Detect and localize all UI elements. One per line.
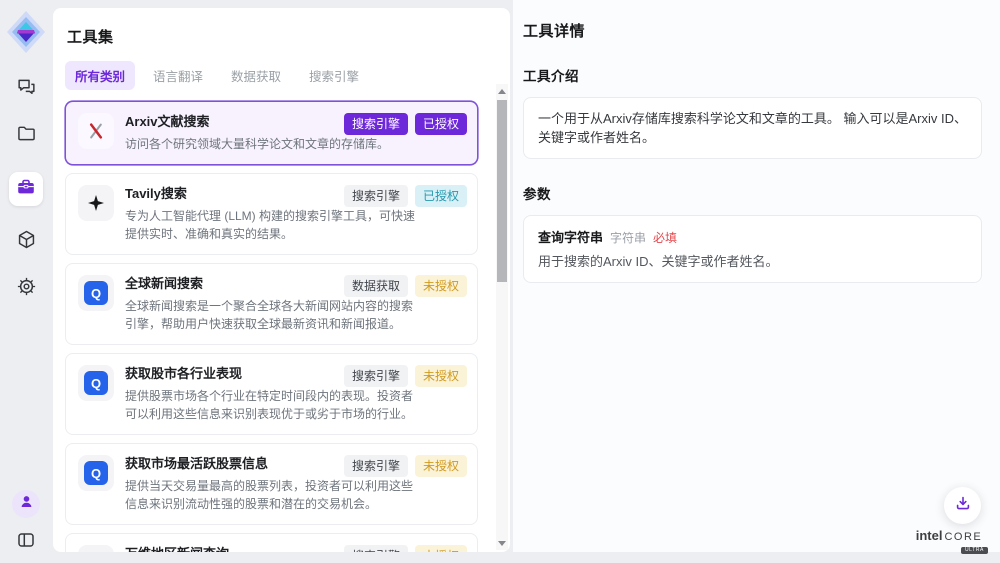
folder-icon [16,123,37,149]
intro-card: 一个用于从Arxiv存储库搜索科学论文和文章的工具。 输入可以是Arxiv ID… [523,97,982,159]
arxiv-icon [78,113,114,149]
tool-card[interactable]: Tavily搜索 专为人工智能代理 (LLM) 构建的搜索引擎工具，可快速提供实… [65,173,478,255]
tool-description: 提供当天交易量最高的股票列表，投资者可以利用这些信息来识别流动性强的股票和潜在的… [125,477,419,513]
intel-core-logo: intelcore ultra [904,527,994,554]
tool-description: 全球新闻搜索是一个聚合全球各大新闻网站内容的搜索引擎，帮助用户快速获取全球最新资… [125,297,419,333]
sidebar-item-tools[interactable] [9,172,43,206]
params-heading: 参数 [523,183,982,203]
user-avatar-icon [18,493,35,515]
category-badge: 搜索引擎 [344,113,408,135]
tools-panel-title: 工具集 [67,26,510,47]
tool-details-panel: 工具详情 工具介绍 一个用于从Arxiv存储库搜索科学论文和文章的工具。 输入可… [512,0,1000,552]
category-tabs: 所有类别 语言翻译 数据获取 搜索引擎 [65,61,510,90]
cube-icon [16,229,37,255]
blue-q-icon: Q [84,371,108,395]
sidebar-item-settings[interactable] [15,278,37,300]
rail-nav [9,78,43,300]
tool-description: 访问各个研究领域大量科学论文和文章的存储库。 [125,135,419,153]
intro-text: 一个用于从Arxiv存储库搜索科学论文和文章的工具。 输入可以是Arxiv ID… [538,109,967,147]
auth-status-badge: 已授权 [415,185,467,207]
scroll-down-arrow-icon[interactable] [496,537,508,549]
tab-search-engine[interactable]: 搜索引擎 [299,61,369,90]
tab-all-categories[interactable]: 所有类别 [65,61,135,90]
collapse-panel-icon [16,530,36,555]
auth-status-badge: 未授权 [415,275,467,297]
user-avatar[interactable] [12,490,40,518]
category-badge: 搜索引擎 [344,185,408,207]
param-type: 字符串 [610,229,646,246]
tools-panel: 工具集 所有类别 语言翻译 数据获取 搜索引擎 Arxiv文献搜索 访问各个研究… [53,8,510,552]
download-icon [955,495,971,516]
scrollbar[interactable] [496,84,508,550]
collapse-sidebar-button[interactable] [15,531,37,553]
tool-description: 专为人工智能代理 (LLM) 构建的搜索引擎工具，可快速提供实时、准确和真实的结… [125,207,419,243]
sidebar-item-files[interactable] [15,125,37,147]
chat-icon [16,76,37,102]
category-badge: 搜索引擎 [344,455,408,477]
rail-bottom [12,490,40,553]
category-badge: 数据获取 [344,275,408,297]
brand-diamond-logo [6,10,46,54]
param-description: 用于搜索的Arxiv ID、关键字或作者姓名。 [538,253,967,271]
left-rail [0,0,52,563]
auth-status-badge: 未授权 [415,545,467,552]
auth-status-badge: 未授权 [415,455,467,477]
settings-icon [16,276,37,302]
param-name: 查询字符串 [538,227,603,246]
blue-q-icon: Q [84,461,108,485]
blue-q-icon: Q [84,281,108,305]
newspaper-icon [78,545,114,552]
tool-card[interactable]: 万维地区新闻查询 查询具体行政区划内的新闻，快速了解各地新闻动 搜索引擎 未授权 [65,533,478,552]
auth-status-badge: 未授权 [415,365,467,387]
tool-card[interactable]: Q 全球新闻搜索 全球新闻搜索是一个聚合全球各大新闻网站内容的搜索引擎，帮助用户… [65,263,478,345]
tool-card-list: Arxiv文献搜索 访问各个研究领域大量科学论文和文章的存储库。 搜索引擎 已授… [65,101,478,552]
tool-card[interactable]: Q 获取股市各行业表现 提供股票市场各个行业在特定时间段内的表现。投资者可以利用… [65,353,478,435]
param-card: 查询字符串 字符串 必填 用于搜索的Arxiv ID、关键字或作者姓名。 [523,215,982,283]
tab-data-acquisition[interactable]: 数据获取 [221,61,291,90]
tool-description: 提供股票市场各个行业在特定时间段内的表现。投资者可以利用这些信息来识别表现优于或… [125,387,419,423]
scrollbar-thumb[interactable] [497,100,507,282]
sidebar-item-chat[interactable] [15,78,37,100]
toolbox-icon [16,177,36,202]
download-button[interactable] [944,487,981,524]
four-point-star-icon [78,185,114,221]
category-badge: 搜索引擎 [344,545,408,552]
scroll-up-arrow-icon[interactable] [496,85,508,97]
tool-card[interactable]: Q 获取市场最活跃股票信息 提供当天交易量最高的股票列表，投资者可以利用这些信息… [65,443,478,525]
auth-status-badge: 已授权 [415,113,467,135]
tool-card[interactable]: Arxiv文献搜索 访问各个研究领域大量科学论文和文章的存储库。 搜索引擎 已授… [65,101,478,165]
param-required-flag: 必填 [653,229,677,246]
intro-heading: 工具介绍 [523,65,982,85]
details-title: 工具详情 [523,20,982,41]
tab-language-translation[interactable]: 语言翻译 [143,61,213,90]
category-badge: 搜索引擎 [344,365,408,387]
sidebar-item-packages[interactable] [15,231,37,253]
